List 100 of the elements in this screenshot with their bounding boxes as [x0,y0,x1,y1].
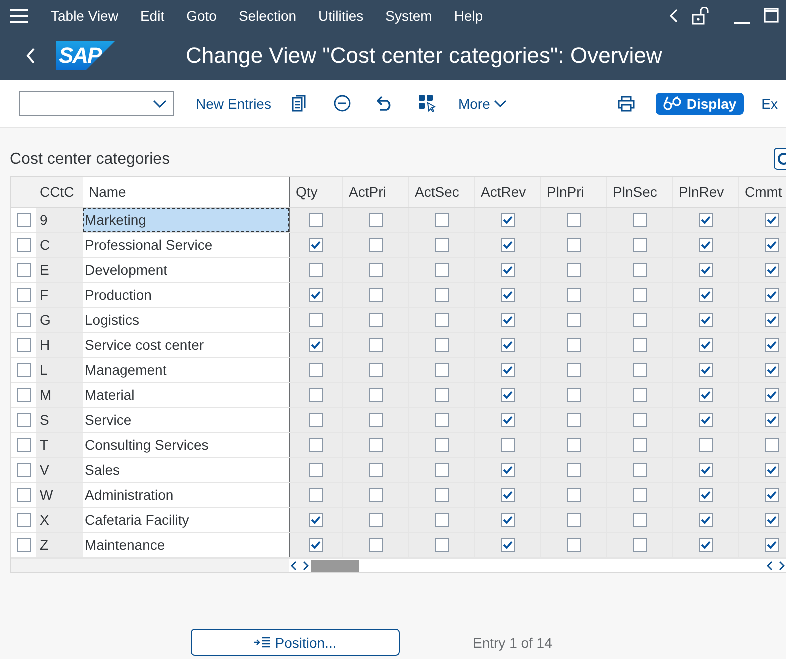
checkbox[interactable] [434,513,448,527]
checkbox[interactable] [698,413,712,427]
checkbox[interactable] [368,363,382,377]
checkbox[interactable] [698,463,712,477]
checkbox[interactable] [368,213,382,227]
checkbox[interactable] [16,338,30,352]
lock-icon[interactable] [692,6,710,24]
checkbox[interactable] [434,263,448,277]
checkbox[interactable] [16,488,30,502]
checkbox[interactable] [434,388,448,402]
checkbox[interactable] [500,463,514,477]
checkbox[interactable] [368,463,382,477]
checkbox[interactable] [698,488,712,502]
column-header[interactable]: Qty [289,177,343,207]
checkbox[interactable] [764,438,778,452]
menu-item[interactable]: Help [443,0,494,31]
checkbox[interactable] [632,488,646,502]
checkbox[interactable] [764,313,778,327]
menu-item[interactable]: Goto [176,0,228,31]
maximize-icon[interactable] [764,8,779,23]
scroll-arrows-icon[interactable] [765,560,786,570]
checkbox[interactable] [16,513,30,527]
menu-icon[interactable] [10,8,28,22]
checkbox[interactable] [698,238,712,252]
checkbox[interactable] [698,388,712,402]
display-button[interactable]: Display [656,92,744,114]
menu-item[interactable]: Utilities [308,0,375,31]
checkbox[interactable] [500,238,514,252]
checkbox[interactable] [500,388,514,402]
checkbox[interactable] [434,363,448,377]
table-cell[interactable]: Marketing [83,208,289,232]
checkbox[interactable] [16,238,30,252]
menu-item[interactable]: System [374,0,444,31]
checkbox[interactable] [764,288,778,302]
checkbox[interactable] [368,313,382,327]
checkbox[interactable] [566,413,580,427]
checkbox[interactable] [500,263,514,277]
checkbox[interactable] [764,513,778,527]
checkbox[interactable] [309,463,323,477]
checkbox[interactable] [764,388,778,402]
checkbox[interactable] [434,538,448,552]
checkbox[interactable] [500,438,514,452]
checkbox[interactable] [566,488,580,502]
checkbox[interactable] [368,338,382,352]
checkbox[interactable] [566,513,580,527]
checkbox[interactable] [434,438,448,452]
checkbox[interactable] [566,363,580,377]
checkbox[interactable] [632,338,646,352]
checkbox[interactable] [16,538,30,552]
checkbox[interactable] [500,488,514,502]
checkbox[interactable] [16,463,30,477]
checkbox[interactable] [309,438,323,452]
dropdown-field[interactable] [19,91,174,116]
checkbox[interactable] [698,338,712,352]
checkbox[interactable] [698,213,712,227]
checkbox[interactable] [764,538,778,552]
checkbox[interactable] [764,413,778,427]
checkbox[interactable] [632,213,646,227]
checkbox[interactable] [500,288,514,302]
checkbox[interactable] [309,363,323,377]
checkbox[interactable] [566,288,580,302]
checkbox[interactable] [309,538,323,552]
checkbox[interactable] [698,288,712,302]
checkbox[interactable] [16,288,30,302]
checkbox[interactable] [434,338,448,352]
checkbox[interactable] [566,238,580,252]
checkbox[interactable] [434,413,448,427]
column-header[interactable]: Name [83,177,289,207]
checkbox[interactable] [434,213,448,227]
toolbar-button[interactable]: New Entries [188,92,280,116]
checkbox[interactable] [16,213,30,227]
checkbox[interactable] [632,263,646,277]
checkbox[interactable] [632,413,646,427]
checkbox[interactable] [434,288,448,302]
settings-icon[interactable] [774,148,786,170]
checkbox[interactable] [632,238,646,252]
checkbox[interactable] [566,438,580,452]
checkbox[interactable] [16,438,30,452]
checkbox[interactable] [309,388,323,402]
checkbox[interactable] [632,288,646,302]
checkbox[interactable] [500,213,514,227]
checkbox[interactable] [632,313,646,327]
checkbox[interactable] [16,313,30,327]
menu-item[interactable]: Table View [40,0,130,31]
position-button[interactable]: Position... [191,629,400,656]
checkbox[interactable] [368,513,382,527]
checkbox[interactable] [566,263,580,277]
checkbox[interactable] [764,488,778,502]
checkbox[interactable] [764,213,778,227]
scroll-arrows-icon[interactable] [289,560,311,570]
checkbox[interactable] [764,238,778,252]
checkbox[interactable] [16,263,30,277]
checkbox[interactable] [566,313,580,327]
checkbox[interactable] [764,263,778,277]
checkbox[interactable] [632,513,646,527]
checkbox[interactable] [566,463,580,477]
checkbox[interactable] [309,213,323,227]
checkbox[interactable] [500,538,514,552]
checkbox[interactable] [566,213,580,227]
checkbox[interactable] [309,263,323,277]
